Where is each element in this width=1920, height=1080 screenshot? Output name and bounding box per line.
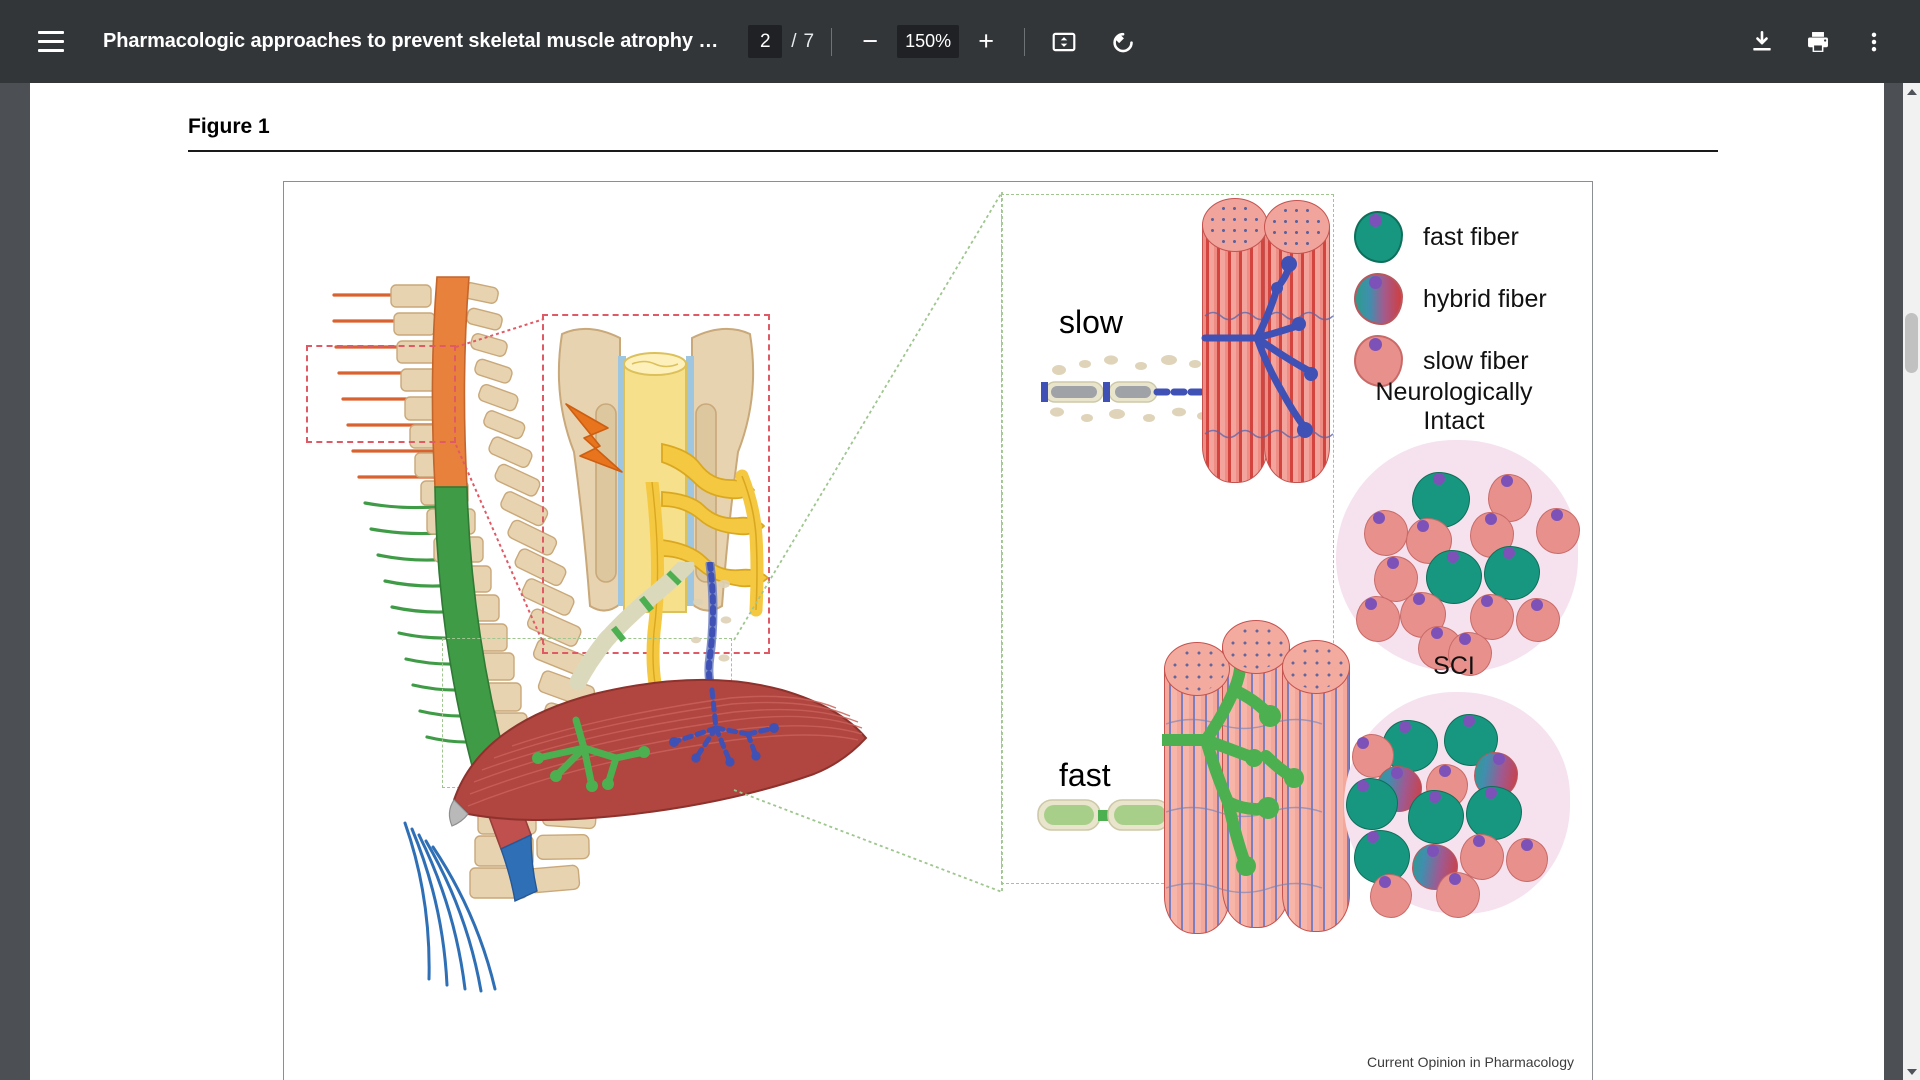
figure-label: Figure 1: [188, 115, 270, 138]
scroll-thumb[interactable]: [1905, 313, 1918, 373]
figure-image: slow fast fast fiber hybrid fiber slow f…: [283, 181, 1593, 1080]
zoom-out-button[interactable]: −: [849, 21, 891, 63]
hybrid-fiber-swatch: [1354, 273, 1403, 325]
toolbar-divider-2: [1024, 27, 1026, 56]
hamburger-menu-icon[interactable]: [27, 18, 75, 66]
document-title: Pharmacologic approaches to prevent skel…: [103, 30, 719, 52]
nucleus-icon: [1369, 276, 1382, 289]
hamburger-bars: [38, 31, 64, 52]
figure-horizontal-rule: [188, 150, 1718, 152]
cylinder-cap: [1164, 642, 1230, 696]
legend-label: fast fiber: [1423, 222, 1519, 251]
zoom-controls: − 150% +: [849, 21, 1007, 63]
zoom-level-display[interactable]: 150%: [897, 25, 960, 58]
fiber-legend: fast fiber hybrid fiber slow fiber: [1354, 207, 1547, 393]
title-line-1: SCI: [1433, 652, 1475, 680]
title-line-2: Intact: [1423, 406, 1485, 435]
nucleus-icon: [1369, 338, 1382, 351]
ham-bar-1: [38, 31, 64, 34]
more-vertical-icon[interactable]: [1852, 20, 1896, 64]
toolbar-right-actions: [1740, 20, 1896, 64]
cylinder-cap: [1202, 198, 1268, 252]
slow-bundle-label: slow: [1059, 304, 1124, 340]
healthy-axon-myelin: [569, 562, 695, 691]
cross-section-title-intact: Neurologically Intact: [1334, 378, 1574, 436]
nucleus-icon: [1369, 214, 1382, 227]
legend-label: slow fiber: [1423, 346, 1529, 375]
scroll-down-arrow-icon[interactable]: [1903, 1063, 1920, 1080]
figure-credit: Current Opinion in Pharmacology: [1367, 1054, 1574, 1070]
cylinder-cap: [1282, 640, 1350, 694]
ham-bar-2: [38, 40, 64, 43]
fast-fiber-swatch: [1354, 211, 1403, 263]
scroll-up-arrow-icon[interactable]: [1903, 83, 1920, 100]
arrow-up-glyph: [1906, 88, 1917, 95]
page-navigation: / 7: [748, 25, 814, 58]
page-total-count: 7: [803, 30, 815, 52]
fast-healthy-axon: [1037, 799, 1171, 831]
pdf-viewer-toolbar: Pharmacologic approaches to prevent skel…: [0, 0, 1920, 83]
page-number-input[interactable]: [748, 25, 783, 58]
pdf-page-2: Figure 1 slow fast fast fiber hybrid fib…: [30, 83, 1884, 1080]
legend-label: hybrid fiber: [1423, 284, 1547, 313]
legend-item-fast-fiber: fast fiber: [1354, 207, 1547, 267]
legend-item-hybrid-fiber: hybrid fiber: [1354, 269, 1547, 329]
arrow-down-glyph: [1906, 1068, 1917, 1075]
page-separator: /: [791, 30, 797, 52]
ham-bar-3: [38, 49, 64, 52]
rotate-counterclockwise-icon[interactable]: [1100, 20, 1144, 64]
download-icon[interactable]: [1740, 20, 1784, 64]
cylinder-cap: [1264, 200, 1330, 254]
spine-callout-region: [306, 345, 456, 443]
toolbar-divider-1: [831, 27, 833, 56]
title-line-1: Neurologically: [1375, 378, 1533, 406]
fit-to-page-icon[interactable]: [1042, 20, 1086, 64]
pdf-viewport[interactable]: Figure 1 slow fast fast fiber hybrid fib…: [0, 83, 1920, 1080]
cylinder-cap: [1222, 620, 1290, 674]
print-icon[interactable]: [1796, 20, 1840, 64]
zoom-in-button[interactable]: +: [965, 21, 1007, 63]
view-controls: [1042, 20, 1144, 64]
vertical-scrollbar[interactable]: [1903, 83, 1920, 1080]
cross-section-title-sci: SCI: [1334, 652, 1574, 681]
